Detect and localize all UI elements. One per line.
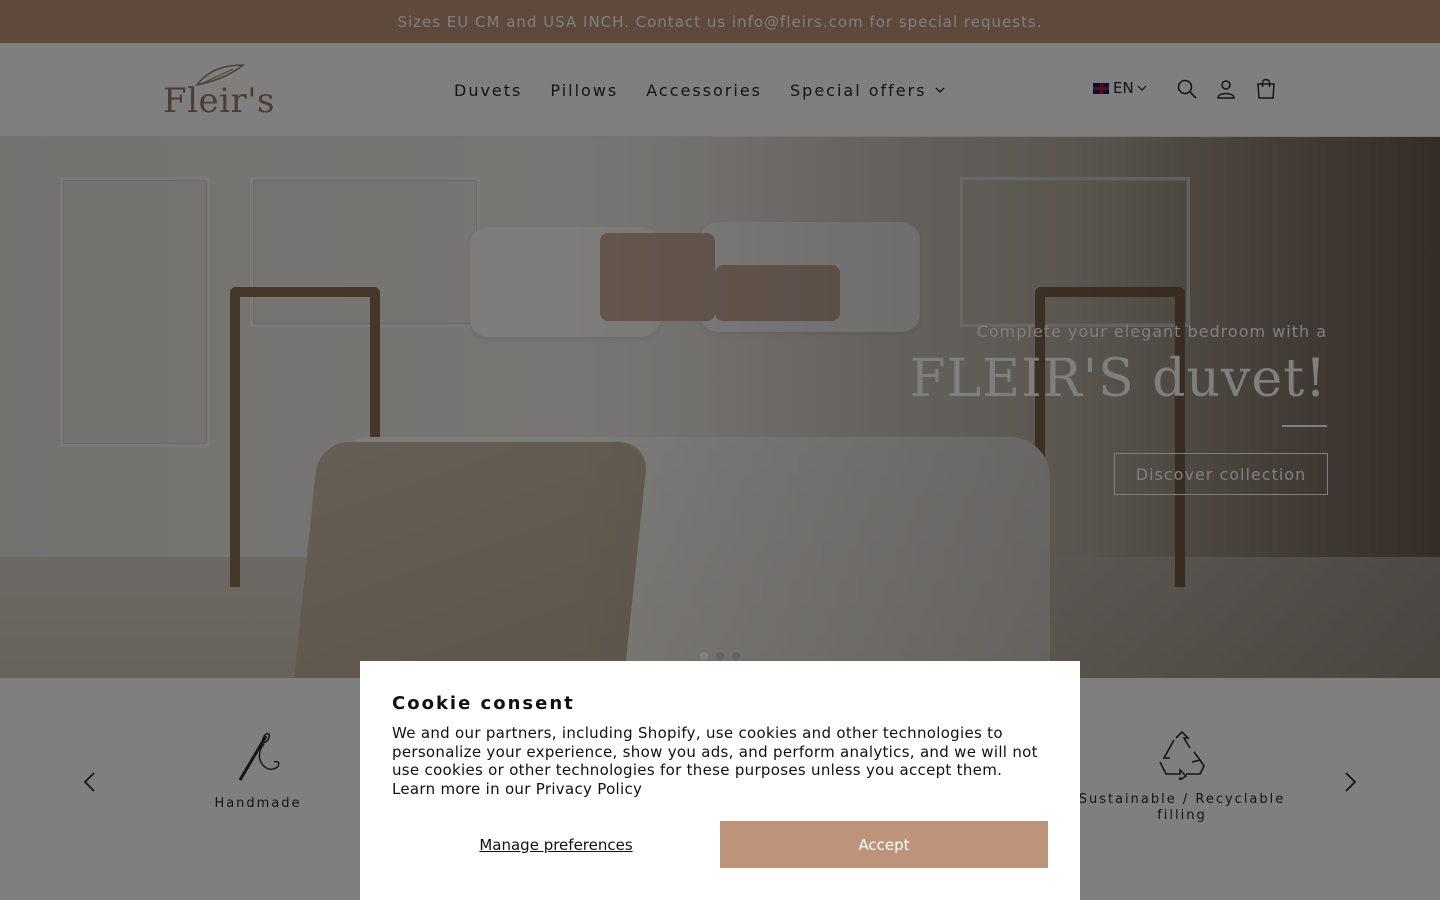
manage-preferences-button[interactable]: Manage preferences (392, 821, 720, 868)
cookie-consent-dialog: Cookie consent We and our partners, incl… (360, 661, 1080, 900)
accept-button[interactable]: Accept (720, 821, 1048, 868)
cookie-actions: Manage preferences Accept (392, 821, 1048, 868)
cookie-body: We and our partners, including Shopify, … (392, 724, 1048, 798)
privacy-policy-link[interactable]: Learn more in our Privacy Policy (392, 780, 642, 798)
cookie-title: Cookie consent (392, 693, 575, 714)
cookie-text: We and our partners, including Shopify, … (392, 724, 1038, 779)
